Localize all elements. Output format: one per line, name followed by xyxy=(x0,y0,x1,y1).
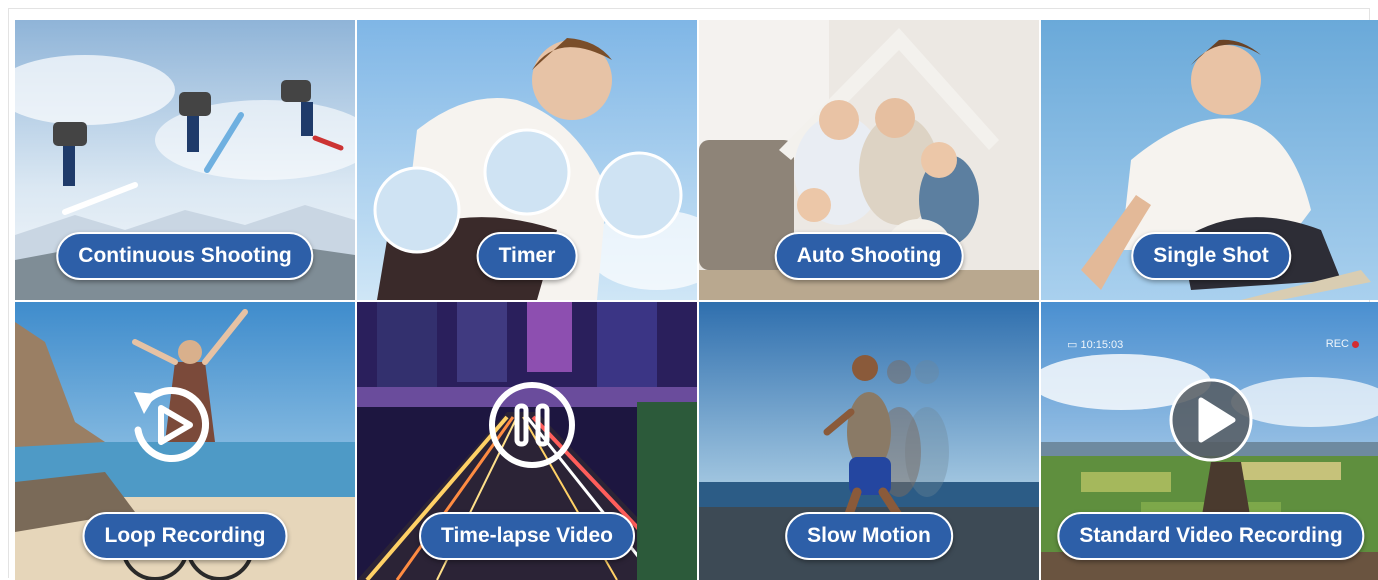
rec-text: REC xyxy=(1325,338,1349,350)
rec-dot-icon xyxy=(1352,340,1359,348)
mode-label: Standard Video Recording xyxy=(1057,512,1365,560)
hud-timestamp: ▭ 10:15:03 xyxy=(1067,338,1123,351)
loop-replay-icon[interactable] xyxy=(128,382,214,468)
mode-label: Single Shot xyxy=(1131,232,1291,280)
tile-slow-motion[interactable]: Slow Motion xyxy=(699,302,1039,580)
tile-continuous-shooting[interactable]: Continuous Shooting xyxy=(15,20,355,300)
mode-label: Timer xyxy=(476,232,578,280)
tile-timer[interactable]: Timer xyxy=(357,20,697,300)
mode-label: Time-lapse Video xyxy=(419,512,635,560)
mode-label: Continuous Shooting xyxy=(56,232,314,280)
tile-time-lapse-video[interactable]: Time-lapse Video xyxy=(357,302,697,580)
mode-label: Auto Shooting xyxy=(774,232,964,280)
tile-loop-recording[interactable]: Loop Recording xyxy=(15,302,355,580)
camera-icon: ▭ xyxy=(1067,339,1081,351)
mode-label: Slow Motion xyxy=(785,512,953,560)
pause-icon[interactable] xyxy=(487,380,577,470)
tile-standard-video-recording[interactable]: ▭ 10:15:03 REC Standard Video Recording xyxy=(1041,302,1378,580)
hud-time-text: 10:15:03 xyxy=(1080,339,1124,351)
tile-single-shot[interactable]: Single Shot xyxy=(1041,20,1378,300)
hud-rec-indicator: REC xyxy=(1326,338,1359,350)
tile-auto-shooting[interactable]: Auto Shooting xyxy=(699,20,1039,300)
mode-label: Loop Recording xyxy=(82,512,288,560)
feature-grid: Continuous Shooting Timer Auto Shooting … xyxy=(15,20,1378,580)
play-icon[interactable] xyxy=(1169,378,1253,462)
